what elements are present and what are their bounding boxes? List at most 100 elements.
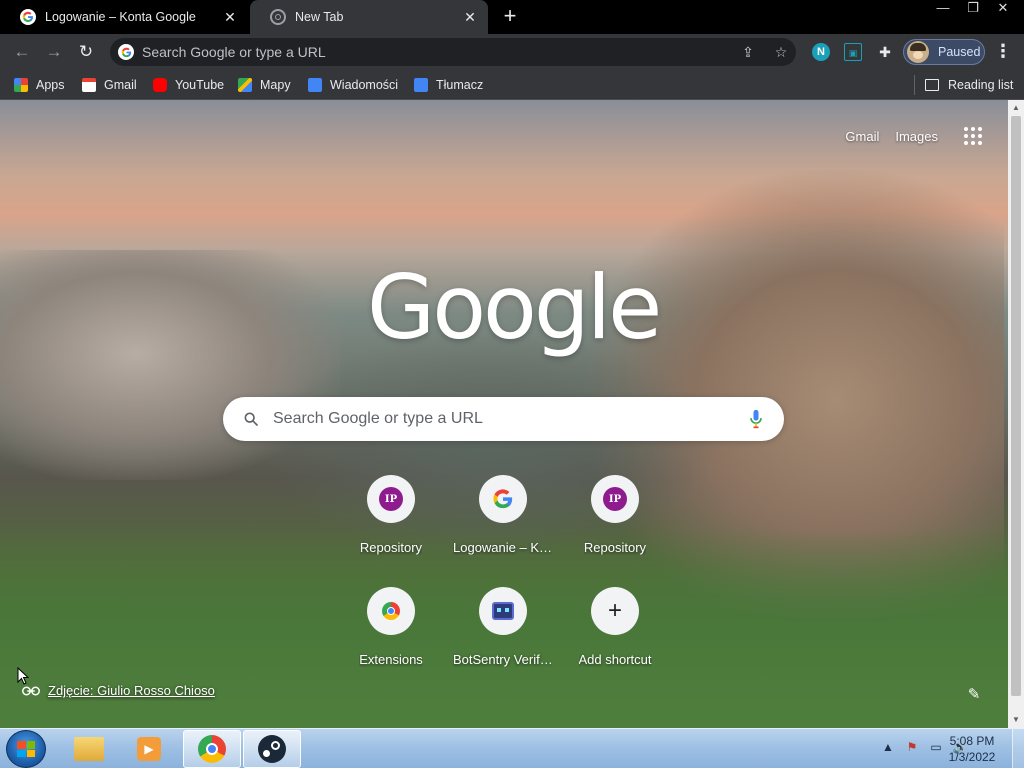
search-input[interactable] bbox=[273, 410, 748, 428]
news-icon bbox=[308, 78, 322, 92]
forward-arrow-icon[interactable]: → bbox=[42, 40, 66, 64]
ntp-search-box[interactable] bbox=[223, 397, 784, 441]
menu-kebab-icon[interactable]: ⋮ bbox=[994, 40, 1012, 64]
window-controls: — ❐ ✕ bbox=[928, 0, 1018, 18]
scroll-up-icon[interactable]: ▲ bbox=[1008, 100, 1024, 116]
mouse-cursor-icon bbox=[17, 667, 29, 685]
tab-google-accounts[interactable]: Logowanie – Konta Google ✕ bbox=[0, 0, 248, 34]
bookmark-label: YouTube bbox=[175, 78, 225, 92]
bookmark-translate[interactable]: Tłumacz bbox=[414, 76, 483, 94]
bookmark-apps[interactable]: Apps bbox=[14, 76, 65, 94]
toolbar: ← → ↻ ⇪ ☆ N ▣ ✚ Paused ⋮ bbox=[0, 34, 1024, 70]
close-window-button[interactable]: ✕ bbox=[988, 0, 1018, 18]
profile-status: Paused bbox=[938, 45, 981, 59]
google-g-icon bbox=[493, 489, 513, 509]
taskbar-chrome[interactable] bbox=[183, 730, 241, 768]
windows-taskbar: ▶ ▲ ⚑ ▭ 🔊 5:08 PM 1/3/2022 bbox=[0, 728, 1024, 768]
back-arrow-icon[interactable]: ← bbox=[10, 40, 34, 64]
shortcut-repository-2[interactable]: IP Repository bbox=[559, 472, 671, 582]
divider bbox=[914, 75, 915, 95]
clock-date: 1/3/2022 bbox=[948, 750, 996, 764]
tab-title: Logowanie – Konta Google bbox=[45, 10, 196, 24]
chrome-icon bbox=[382, 602, 400, 620]
reload-icon[interactable]: ↻ bbox=[74, 40, 98, 64]
translate-icon bbox=[414, 78, 428, 92]
bookmark-label: Apps bbox=[36, 78, 65, 92]
shortcut-add[interactable]: + Add shortcut bbox=[559, 584, 671, 694]
scrollbar[interactable]: ▲ ▼ bbox=[1008, 100, 1024, 728]
scroll-down-icon[interactable]: ▼ bbox=[1008, 712, 1024, 728]
shortcut-repository[interactable]: IP Repository bbox=[335, 472, 447, 582]
show-desktop-button[interactable] bbox=[1012, 729, 1024, 768]
taskbar-explorer[interactable] bbox=[60, 730, 118, 768]
bookmark-label: Gmail bbox=[104, 78, 137, 92]
maps-icon bbox=[238, 78, 252, 92]
images-link[interactable]: Images bbox=[895, 129, 938, 144]
link-icon bbox=[22, 686, 40, 695]
taskbar-media-player[interactable]: ▶ bbox=[120, 730, 178, 768]
tab-strip: Logowanie – Konta Google ✕ New Tab ✕ + —… bbox=[0, 0, 1024, 34]
botsentry-icon bbox=[492, 602, 514, 620]
photo-attribution-link[interactable]: Zdjęcie: Giulio Rosso Chioso bbox=[22, 683, 215, 698]
search-icon bbox=[244, 412, 258, 426]
close-icon[interactable]: ✕ bbox=[222, 9, 238, 25]
close-icon[interactable]: ✕ bbox=[462, 9, 478, 25]
folder-icon bbox=[74, 737, 104, 761]
steam-icon bbox=[258, 735, 286, 763]
plus-icon: + bbox=[607, 597, 622, 624]
youtube-icon bbox=[153, 78, 167, 92]
share-icon[interactable]: ⇪ bbox=[740, 44, 756, 60]
google-apps-icon[interactable] bbox=[964, 127, 982, 145]
address-input[interactable] bbox=[142, 44, 796, 60]
chrome-favicon-icon bbox=[270, 9, 286, 25]
start-button[interactable] bbox=[6, 730, 46, 768]
bookmark-news[interactable]: Wiadomości bbox=[308, 76, 398, 94]
new-tab-button[interactable]: + bbox=[498, 5, 522, 29]
scrollbar-thumb[interactable] bbox=[1011, 116, 1021, 696]
ip-icon: IP bbox=[379, 487, 403, 511]
apps-grid-icon bbox=[14, 78, 28, 92]
media-player-icon: ▶ bbox=[137, 737, 161, 761]
bookmark-youtube[interactable]: YouTube bbox=[153, 76, 224, 94]
reading-list-button[interactable]: Reading list bbox=[925, 76, 1013, 94]
shortcut-label: Logowanie – Konta Google bbox=[453, 540, 553, 555]
ip-icon: IP bbox=[603, 487, 627, 511]
tab-title: New Tab bbox=[295, 10, 344, 24]
gmail-link[interactable]: Gmail bbox=[845, 129, 879, 144]
google-g-icon bbox=[118, 44, 134, 60]
windows-logo-icon bbox=[17, 741, 35, 757]
clock-time: 5:08 PM bbox=[949, 734, 995, 748]
extension-n-icon[interactable]: N bbox=[812, 43, 830, 61]
tray-expand-icon[interactable]: ▲ bbox=[880, 739, 896, 755]
restore-button[interactable]: ❐ bbox=[958, 0, 988, 18]
reading-list-icon bbox=[925, 79, 939, 91]
reading-list-label: Reading list bbox=[948, 78, 1014, 92]
customize-pencil-icon[interactable]: ✎ bbox=[964, 685, 984, 705]
shortcut-label: Repository bbox=[583, 540, 647, 555]
omnibox[interactable]: ⇪ ☆ bbox=[110, 38, 796, 66]
shortcut-label: BotSentry Verification bbox=[453, 652, 553, 667]
avatar bbox=[907, 41, 929, 63]
gmail-icon bbox=[82, 78, 96, 92]
taskbar-clock[interactable]: 5:08 PM 1/3/2022 bbox=[936, 733, 1008, 765]
microphone-icon[interactable] bbox=[748, 409, 764, 429]
profile-button[interactable]: Paused bbox=[903, 39, 985, 65]
extensions-puzzle-icon[interactable]: ✚ bbox=[876, 43, 894, 61]
screen-capture-icon[interactable]: ▣ bbox=[844, 43, 862, 61]
action-center-icon[interactable]: ⚑ bbox=[904, 739, 920, 755]
minimize-button[interactable]: — bbox=[928, 0, 958, 18]
shortcut-label: Add shortcut bbox=[578, 652, 652, 667]
bookmark-label: Wiadomości bbox=[330, 78, 399, 92]
tab-new-tab[interactable]: New Tab ✕ bbox=[250, 0, 488, 34]
chrome-icon bbox=[198, 735, 226, 763]
shortcut-extensions[interactable]: Extensions bbox=[335, 584, 447, 694]
attribution-text: Zdjęcie: Giulio Rosso Chioso bbox=[48, 683, 215, 698]
bookmark-star-icon[interactable]: ☆ bbox=[773, 44, 789, 60]
taskbar-steam[interactable] bbox=[243, 730, 301, 768]
shortcut-botsentry[interactable]: BotSentry Verification bbox=[447, 584, 559, 694]
bookmark-maps[interactable]: Mapy bbox=[238, 76, 291, 94]
bookmark-label: Tłumacz bbox=[436, 78, 484, 92]
shortcut-google-accounts[interactable]: Logowanie – Konta Google bbox=[447, 472, 559, 582]
bookmark-gmail[interactable]: Gmail bbox=[82, 76, 137, 94]
google-favicon-icon bbox=[20, 9, 36, 25]
